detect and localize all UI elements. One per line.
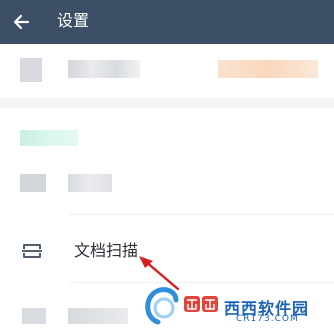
- watermark-logo-icon: [145, 287, 218, 325]
- watermark-domain: CR173.COM: [236, 314, 299, 324]
- settings-row-blurred-1[interactable]: [0, 44, 334, 96]
- row-divider: [70, 214, 334, 215]
- section-divider: [0, 98, 334, 108]
- watermark: 西西软件园 CR173.COM: [140, 284, 334, 328]
- app-bar: 设置: [0, 0, 334, 44]
- row-divider: [70, 282, 334, 283]
- blurred-label: [68, 308, 128, 324]
- document-scan-icon: [22, 244, 42, 258]
- page-title: 设置: [57, 11, 90, 30]
- blurred-label: [68, 174, 112, 192]
- blurred-label: [68, 60, 140, 78]
- blurred-value: [218, 60, 318, 78]
- blurred-icon: [22, 308, 46, 324]
- blurred-icon: [20, 174, 46, 192]
- blurred-icon: [20, 58, 42, 82]
- document-scan-label: 文档扫描: [74, 241, 139, 260]
- settings-row-blurred-2[interactable]: [0, 160, 334, 210]
- back-button[interactable]: [6, 6, 38, 38]
- arrow-left-icon: [13, 14, 30, 30]
- blurred-section-header: [20, 130, 78, 146]
